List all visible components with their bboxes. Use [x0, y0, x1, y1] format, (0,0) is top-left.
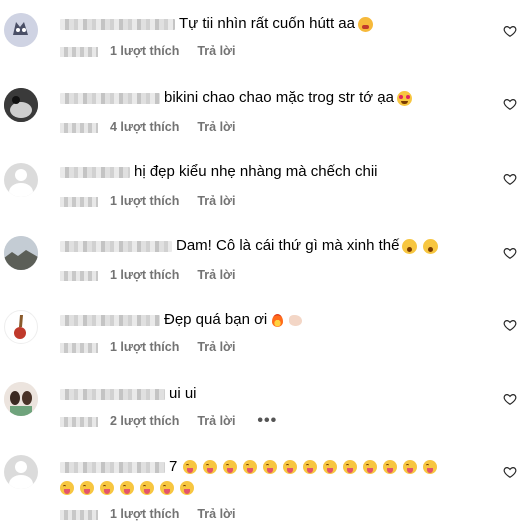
like-count[interactable]: 1 lượt thích — [110, 44, 179, 58]
blurred-username[interactable] — [60, 314, 160, 326]
like-heart-icon[interactable] — [503, 24, 517, 38]
tongue-out-face-icon — [60, 480, 74, 495]
like-heart-icon[interactable] — [503, 318, 517, 332]
comment-body: bikini chao chao mặc trog str tớ ạa — [60, 88, 412, 108]
blurred-timestamp — [60, 122, 98, 133]
tongue-out-face-icon — [120, 480, 134, 495]
comment-body: 7 — [60, 457, 438, 477]
reply-button[interactable]: Trả lời — [197, 414, 235, 428]
like-count[interactable]: 1 lượt thích — [110, 507, 179, 521]
blurred-username[interactable] — [60, 461, 165, 473]
comment-meta: 1 lượt thích Trả lời — [60, 43, 235, 59]
blurred-username[interactable] — [60, 388, 165, 400]
comment-text: ui ui — [169, 385, 197, 403]
comment-text: bikini chao chao mặc trog str tớ ạa — [164, 89, 394, 107]
clapping-hands-icon — [288, 313, 303, 328]
reply-button[interactable]: Trả lời — [197, 44, 235, 58]
comment-item: Tự tii nhìn rất cuốn hútt aa 1 lượt thíc… — [0, 12, 519, 72]
reply-button[interactable]: Trả lời — [197, 340, 235, 354]
comment-item: Đẹp quá bạn ơi 1 lượt thích Trả lời — [0, 308, 519, 368]
like-count[interactable]: 1 lượt thích — [110, 340, 179, 354]
like-count[interactable]: 1 lượt thích — [110, 194, 179, 208]
comment-meta: 1 lượt thích Trả lời — [60, 339, 235, 355]
tongue-out-face-icon — [80, 480, 94, 495]
comment-text: 7 — [169, 458, 178, 476]
avatar[interactable] — [4, 13, 38, 47]
more-options-icon[interactable]: ••• — [257, 412, 277, 429]
blurred-timestamp — [60, 416, 98, 427]
like-count[interactable]: 4 lượt thích — [110, 120, 179, 134]
heart-eyes-face-icon — [396, 90, 412, 106]
tongue-out-face-icon — [383, 460, 398, 475]
like-count[interactable]: 2 lượt thích — [110, 414, 179, 428]
blurred-username[interactable] — [60, 92, 160, 104]
blurred-timestamp — [60, 196, 98, 207]
comment-text: Dam! Cô là cái thứ gì mà xinh thế — [176, 237, 400, 255]
reply-button[interactable]: Trả lời — [197, 120, 235, 134]
like-heart-icon[interactable] — [503, 465, 517, 479]
blurred-timestamp — [60, 270, 98, 281]
tongue-out-face-icon — [100, 480, 114, 495]
astonished-face-icon — [423, 238, 439, 254]
comment-meta: 1 lượt thích Trả lời — [60, 267, 235, 283]
tongue-out-face-icon — [140, 480, 154, 495]
comment-body: Đẹp quá bạn ơi — [60, 310, 303, 330]
reply-button[interactable]: Trả lời — [197, 507, 235, 521]
like-count[interactable]: 1 lượt thích — [110, 268, 179, 282]
comment-item: hị đẹp kiểu nhẹ nhàng mà chếch chii 1 lư… — [0, 160, 519, 220]
reply-button[interactable]: Trả lời — [197, 194, 235, 208]
comment-item: ui ui 2 lượt thích Trả lời ••• — [0, 382, 519, 442]
tongue-out-face-icon — [160, 480, 174, 495]
comment-item: 7 1 lượt thích Trả lời — [0, 455, 519, 521]
comment-body: hị đẹp kiểu nhẹ nhàng mà chếch chii — [60, 162, 378, 182]
reply-button[interactable]: Trả lời — [197, 268, 235, 282]
comment-meta: 1 lượt thích Trả lời — [60, 506, 235, 522]
like-heart-icon[interactable] — [503, 246, 517, 260]
tongue-out-face-icon — [223, 460, 238, 475]
tongue-out-face-icon — [183, 460, 198, 475]
like-heart-icon[interactable] — [503, 392, 517, 406]
avatar[interactable] — [4, 88, 38, 122]
comment-text: hị đẹp kiểu nhẹ nhàng mà chếch chii — [134, 163, 378, 181]
tongue-out-face-icon — [363, 460, 378, 475]
astonished-face-icon — [402, 238, 418, 254]
avatar[interactable] — [4, 382, 38, 416]
comment-text: Đẹp quá bạn ơi — [164, 311, 268, 329]
tongue-out-face-icon — [180, 480, 194, 495]
tongue-out-face-icon — [423, 460, 438, 475]
blurred-timestamp — [60, 342, 98, 353]
tongue-out-face-icon — [283, 460, 298, 475]
tongue-out-face-icon — [203, 460, 218, 475]
blurred-timestamp — [60, 509, 98, 520]
comment-text: Tự tii nhìn rất cuốn hútt aa — [179, 15, 355, 33]
comment-meta: 2 lượt thích Trả lời ••• — [60, 413, 277, 429]
tongue-out-face-icon — [263, 460, 278, 475]
fire-icon — [270, 313, 285, 328]
avatar[interactable] — [4, 236, 38, 270]
comment-meta: 1 lượt thích Trả lời — [60, 193, 235, 209]
comment-body-continued — [60, 479, 194, 497]
comment-item: bikini chao chao mặc trog str tớ ạa 4 lư… — [0, 86, 519, 146]
like-heart-icon[interactable] — [503, 97, 517, 111]
tongue-out-face-icon — [403, 460, 418, 475]
comment-body: ui ui — [60, 384, 197, 404]
comment-body: Dam! Cô là cái thứ gì mà xinh thế — [60, 236, 439, 256]
cry-face-icon — [357, 16, 373, 32]
tongue-out-face-icon — [323, 460, 338, 475]
blurred-username[interactable] — [60, 166, 130, 178]
blurred-timestamp — [60, 46, 98, 57]
comment-body: Tự tii nhìn rất cuốn hútt aa — [60, 14, 373, 34]
avatar[interactable] — [4, 163, 38, 197]
comment-item: Dam! Cô là cái thứ gì mà xinh thế 1 lượt… — [0, 234, 519, 294]
like-heart-icon[interactable] — [503, 172, 517, 186]
blurred-username[interactable] — [60, 18, 175, 30]
tongue-out-face-icon — [303, 460, 318, 475]
avatar[interactable] — [4, 310, 38, 344]
avatar[interactable] — [4, 455, 38, 489]
tongue-out-face-icon — [243, 460, 258, 475]
tongue-out-face-icon — [343, 460, 358, 475]
comment-meta: 4 lượt thích Trả lời — [60, 119, 235, 135]
blurred-username[interactable] — [60, 240, 172, 252]
